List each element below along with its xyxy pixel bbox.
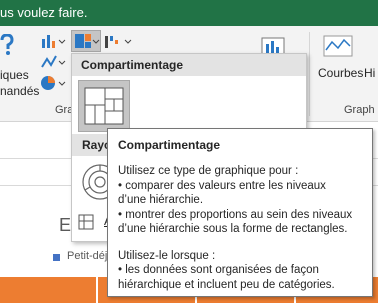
pie-chart-button[interactable] [40, 74, 66, 92]
recommended-charts-button[interactable]: iques nandés [0, 34, 40, 104]
tooltip-line: Utilisez ce type de graphique pour : [118, 165, 299, 177]
recommended-charts-label-1: iques [0, 68, 29, 82]
treemap-icon [84, 87, 124, 125]
sparkline-line-label: Courbes [318, 66, 364, 80]
ribbon-separator [309, 32, 310, 116]
tell-me-search-text[interactable]: us voulez faire. [0, 5, 87, 20]
chart-title[interactable]: E [59, 215, 71, 236]
pie-chart-icon [41, 76, 66, 90]
tooltip-spacer [118, 237, 362, 249]
treemap-tooltip: Compartimentage Utilisez ce type de grap… [107, 128, 373, 297]
tooltip-line: • les données sont organisées de façon [118, 264, 319, 276]
sparkline-line-icon [323, 35, 353, 57]
treemap-small-icon [75, 34, 100, 48]
sparklines-group-label: Graph [344, 104, 375, 116]
question-icon [0, 34, 14, 55]
dropdown-header-treemap: Compartimentage [72, 54, 306, 76]
column-chart-button[interactable] [40, 32, 66, 50]
recommended-charts-label-2: nandés [0, 84, 40, 98]
sparkline-line-button[interactable]: Courbes [318, 32, 363, 92]
chart-bar-gap [96, 277, 98, 303]
line-chart-icon [41, 55, 66, 68]
waterfall-chart-button[interactable] [103, 32, 133, 50]
tooltip-line: d’une hiérarchie. [118, 194, 204, 206]
legend-swatch [53, 254, 60, 261]
line-chart-button[interactable] [40, 53, 66, 71]
title-bar: us voulez faire. [0, 0, 378, 26]
sparkline-column-label[interactable]: Hi [364, 66, 375, 80]
tooltip-line: Utilisez-le lorsque : [118, 249, 216, 262]
tooltip-title: Compartimentage [118, 138, 221, 152]
waterfall-chart-icon [105, 36, 132, 48]
more-charts-icon[interactable] [78, 214, 94, 230]
tooltip-line: hiérarchique et incluent peu de catégori… [118, 278, 335, 291]
hierarchy-chart-button[interactable] [71, 30, 101, 52]
treemap-option[interactable] [78, 80, 130, 132]
column-chart-icon [42, 35, 66, 48]
tooltip-line: • montrer des proportions au sein des ni… [118, 208, 353, 221]
tooltip-line: d’une hiérarchie sous la forme de rectan… [118, 223, 348, 235]
legend-label: Petit-déj [67, 250, 108, 262]
tooltip-line: • comparer des valeurs entre les niveaux [118, 179, 326, 192]
